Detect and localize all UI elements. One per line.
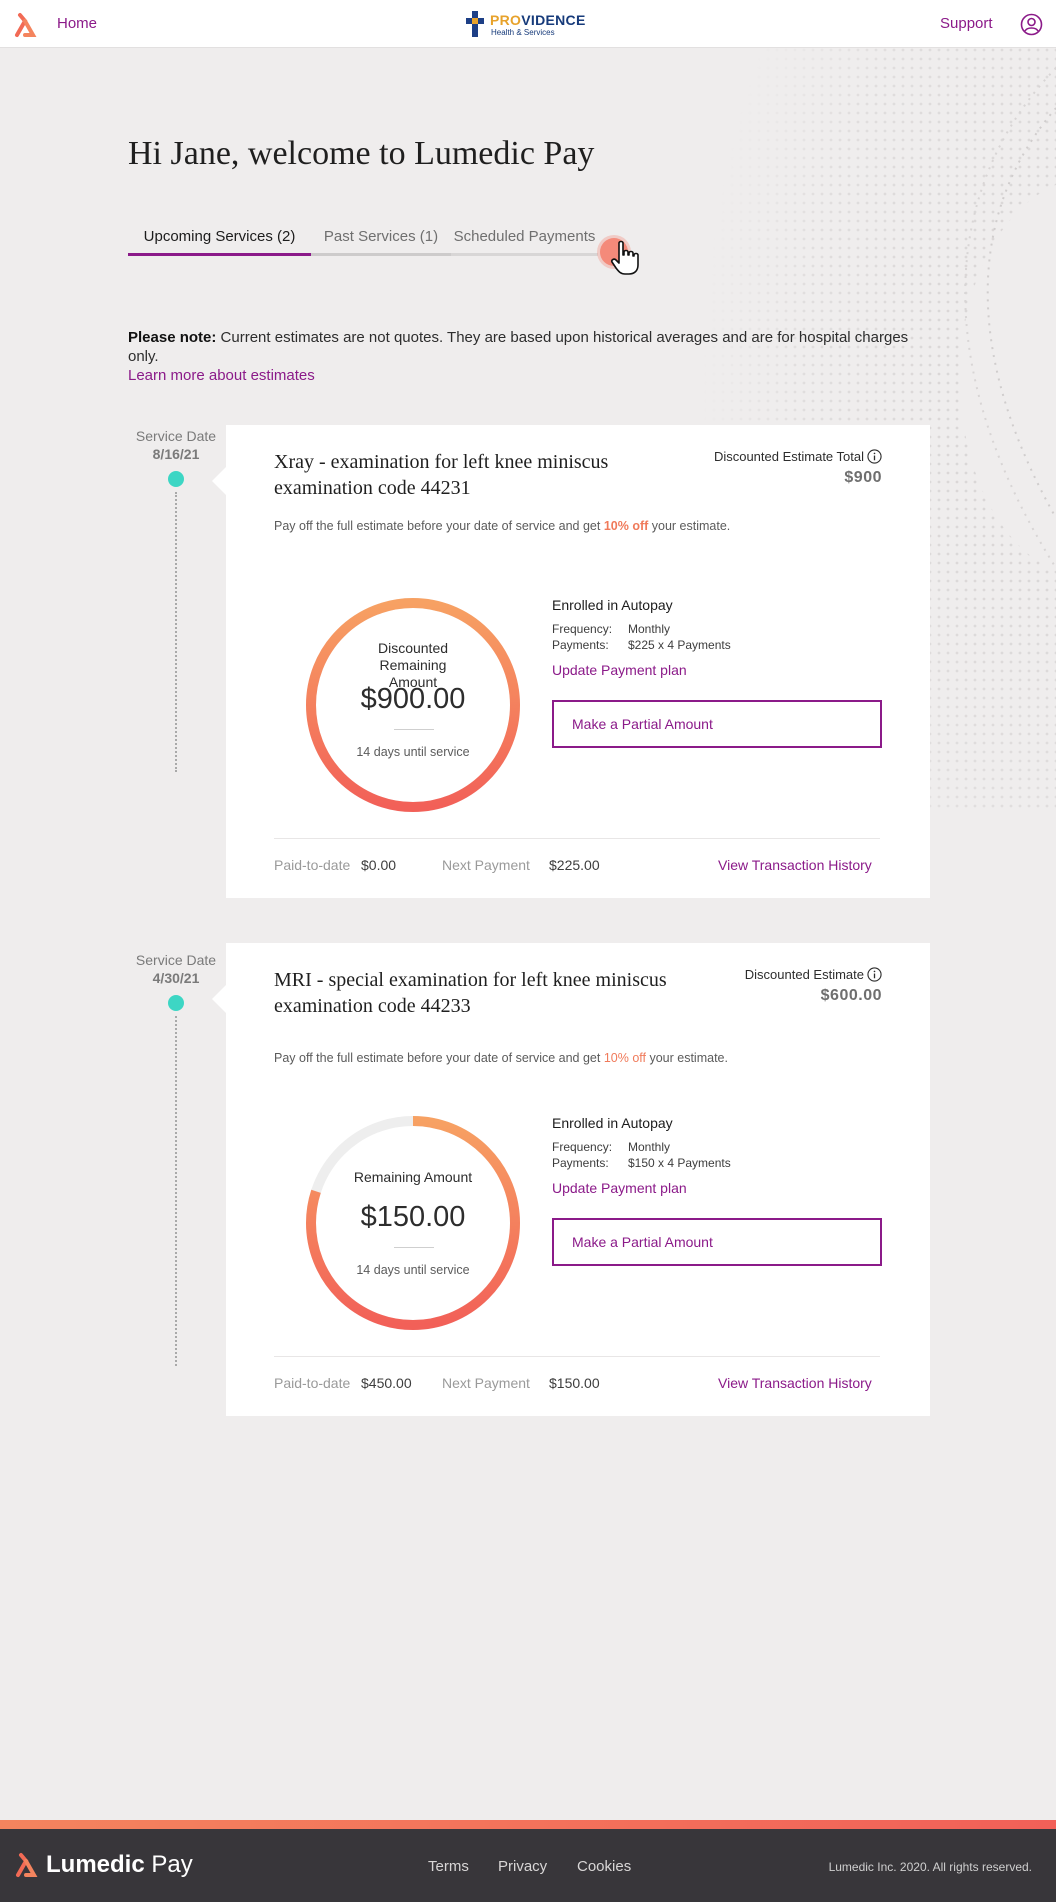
estimate-label-text: Discounted Estimate: [744, 967, 864, 982]
footer-brand: Lumedic Pay: [46, 1851, 193, 1879]
welcome-heading: Hi Jane, welcome to Lumedic Pay: [128, 135, 595, 172]
footer-accent-stripe: [0, 1820, 1056, 1829]
promo-post: your estimate.: [648, 519, 731, 533]
brand-name-part1: PRO: [490, 12, 522, 28]
promo-pre: Pay off the full estimate before your da…: [274, 1051, 604, 1065]
ring-label: Remaining Amount: [353, 1169, 473, 1185]
copyright-text: Lumedic Inc. 2020. All rights reserved.: [828, 1860, 1032, 1874]
payments-row: Payments: $150 x 4 Payments: [552, 1156, 731, 1170]
home-link[interactable]: Home: [57, 15, 97, 32]
service-tabs: Upcoming Services (2) Past Services (1) …: [128, 222, 598, 256]
tab-upcoming-services[interactable]: Upcoming Services (2): [128, 222, 311, 256]
promo-text: Pay off the full estimate before your da…: [274, 1051, 728, 1065]
estimate-note: Please note: Current estimates are not q…: [128, 328, 928, 385]
service-title: Xray - examination for left knee miniscu…: [274, 451, 609, 499]
card-divider: [274, 838, 880, 839]
paid-to-date-value: $0.00: [361, 857, 397, 873]
frequency-value: Monthly: [628, 622, 671, 636]
update-payment-plan-link[interactable]: Update Payment plan: [552, 662, 687, 678]
timeline-line: [175, 1016, 177, 1366]
promo-text: Pay off the full estimate before your da…: [274, 519, 730, 533]
promo-post: your estimate.: [646, 1051, 728, 1065]
frequency-key: Frequency:: [552, 1140, 613, 1154]
estimate-label: Discounted Estimate: [745, 967, 882, 982]
footer-brand-pay: Pay: [144, 1851, 193, 1878]
ring-amount: $900.00: [360, 683, 466, 715]
learn-more-estimates-link[interactable]: Learn more about estimates: [128, 366, 928, 385]
tab-scheduled-payments[interactable]: Scheduled Payments: [451, 222, 598, 256]
lumedic-logo-icon[interactable]: [12, 1851, 40, 1879]
footer-link-cookies[interactable]: Cookies: [577, 1858, 631, 1875]
paid-to-date-label: Paid-to-date: [274, 1375, 351, 1391]
payments-key: Payments:: [552, 1156, 609, 1170]
timeline-line: [175, 492, 177, 772]
providence-cross-icon: [466, 11, 484, 37]
view-transaction-history-link[interactable]: View Transaction History: [718, 857, 872, 873]
top-header: Home PROVIDENCE Health & Services Suppor…: [0, 0, 1056, 48]
payments-key: Payments:: [552, 638, 609, 652]
tab-past-services[interactable]: Past Services (1): [311, 222, 451, 256]
note-text: Current estimates are not quotes. They a…: [128, 329, 909, 365]
support-link[interactable]: Support: [940, 15, 993, 32]
ring-amount: $150.00: [360, 1201, 466, 1233]
next-payment-label: Next Payment: [442, 857, 530, 873]
service-date-label: Service Date: [135, 428, 217, 444]
promo-pre: Pay off the full estimate before your da…: [274, 519, 604, 533]
payments-value: $150 x 4 Payments: [628, 1156, 731, 1170]
footer-link-terms[interactable]: Terms: [428, 1858, 469, 1875]
ring-divider: [394, 1247, 434, 1248]
estimate-label-text: Discounted Estimate Total: [713, 449, 864, 464]
promo-off: 10% off: [603, 1051, 646, 1065]
paid-to-date-value: $450.00: [361, 1375, 412, 1391]
hand-cursor-icon: [611, 240, 639, 275]
service-card: MRI - special examination for left knee …: [212, 943, 930, 1416]
brand-subtitle: Health & Services: [491, 28, 555, 37]
make-partial-amount-button[interactable]: Make a Partial Amount: [552, 700, 882, 748]
timeline-dot: [168, 471, 184, 487]
footer-link-privacy[interactable]: Privacy: [498, 1858, 547, 1875]
autopay-status: Enrolled in Autopay: [552, 1115, 673, 1131]
autopay-status: Enrolled in Autopay: [552, 597, 673, 613]
note-bold: Please note:: [128, 329, 217, 346]
make-partial-amount-button[interactable]: Make a Partial Amount: [552, 1218, 882, 1266]
brand-name-part2: VIDENCE: [521, 12, 586, 28]
service-date-label: Service Date: [135, 952, 217, 968]
ring-days: 14 days until service: [356, 1263, 470, 1277]
brand-name: PROVIDENCE: [490, 12, 586, 28]
ring-divider: [394, 729, 434, 730]
info-icon[interactable]: [867, 967, 882, 982]
frequency-value: Monthly: [628, 1140, 671, 1154]
ring-days: 14 days until service: [356, 745, 470, 759]
estimate-value: $600.00: [820, 987, 882, 1004]
service-date-value: 4/30/21: [152, 970, 200, 986]
estimate-value: $900: [844, 469, 882, 486]
account-icon[interactable]: [1020, 13, 1043, 36]
view-transaction-history-link[interactable]: View Transaction History: [718, 1375, 872, 1391]
next-payment-value: $150.00: [549, 1375, 600, 1391]
card-divider: [274, 1356, 880, 1357]
service-date-value: 8/16/21: [152, 446, 200, 462]
payments-value: $225 x 4 Payments: [628, 638, 731, 652]
frequency-row: Frequency: Monthly: [552, 1140, 670, 1154]
timeline-dot: [168, 995, 184, 1011]
promo-off: 10% off: [603, 519, 649, 533]
next-payment-value: $225.00: [549, 857, 600, 873]
lumedic-logo-icon[interactable]: [11, 11, 39, 39]
paid-to-date-label: Paid-to-date: [274, 857, 351, 873]
providence-logo: PROVIDENCE Health & Services: [466, 9, 596, 39]
frequency-key: Frequency:: [552, 622, 613, 636]
frequency-row: Frequency: Monthly: [552, 622, 670, 636]
footer-brand-lumedic: Lumedic: [46, 1851, 145, 1878]
payments-row: Payments: $225 x 4 Payments: [552, 638, 731, 652]
next-payment-label: Next Payment: [442, 1375, 530, 1391]
page-footer: Lumedic Pay Terms Privacy Cookies Lumedi…: [0, 1829, 1056, 1902]
update-payment-plan-link[interactable]: Update Payment plan: [552, 1180, 687, 1196]
estimate-label: Discounted Estimate Total: [714, 449, 882, 464]
service-card: Xray - examination for left knee miniscu…: [212, 425, 930, 898]
service-title: MRI - special examination for left knee …: [274, 969, 667, 1017]
info-icon[interactable]: [867, 449, 882, 464]
